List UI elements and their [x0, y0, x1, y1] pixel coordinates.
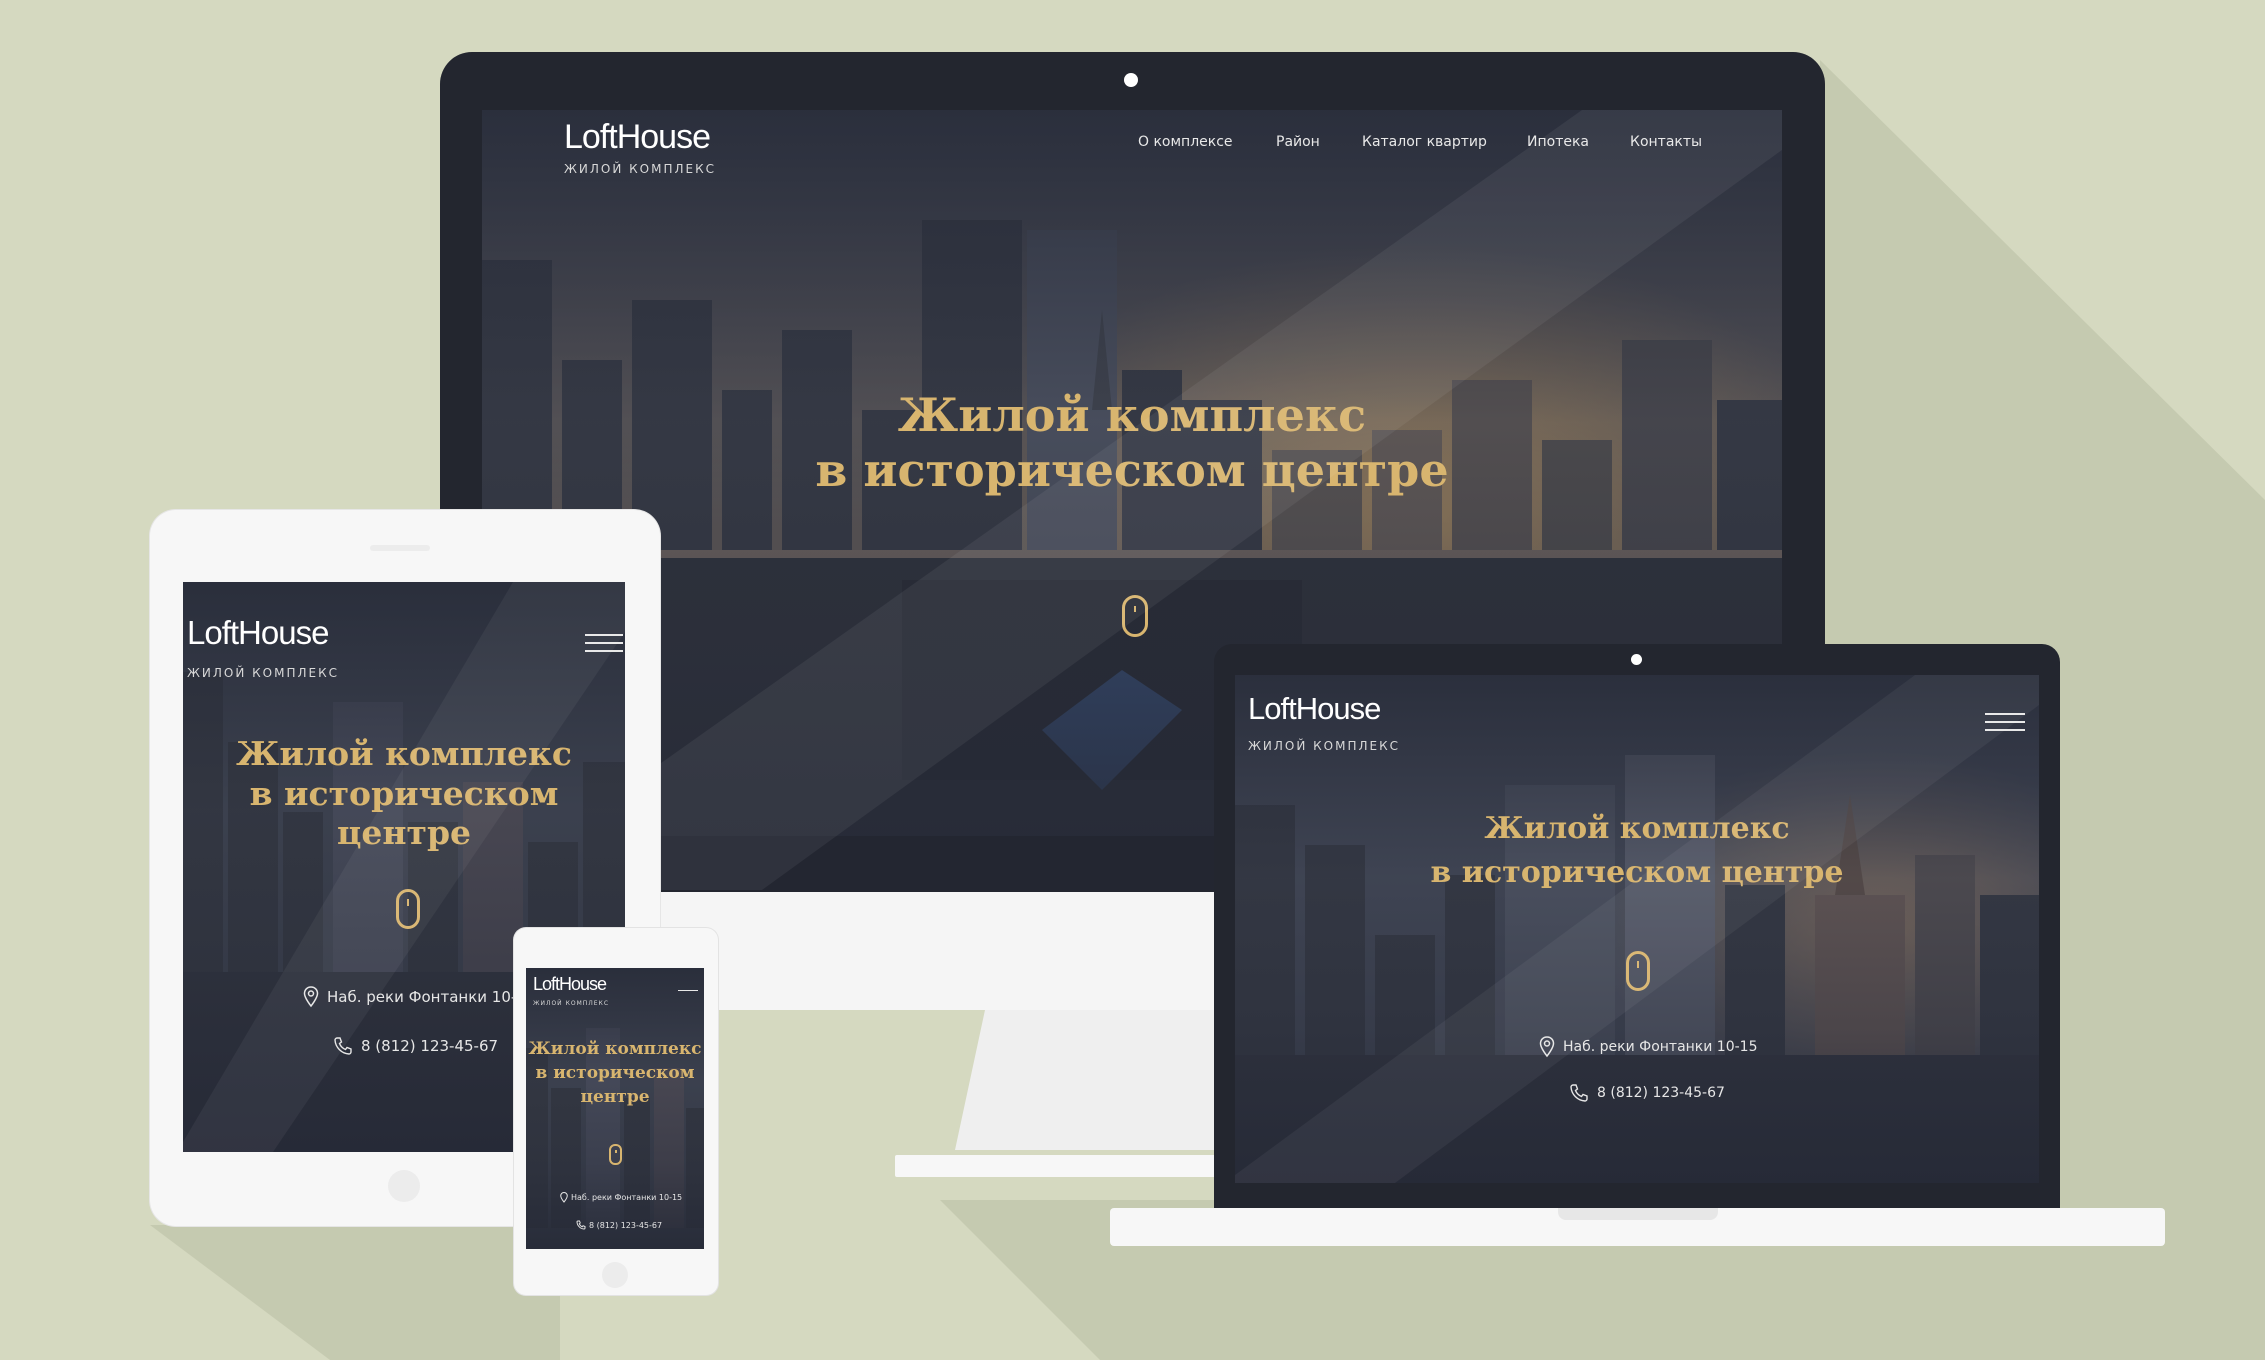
laptop-notch	[1558, 1208, 1718, 1220]
tablet-home-button[interactable]	[388, 1170, 420, 1202]
hero-title-line-2: в историческом	[535, 1062, 695, 1083]
phone-contact[interactable]: 8 (812) 123-45-67	[576, 1220, 662, 1230]
logo[interactable]: LoftHouse	[533, 974, 607, 995]
tablet-camera	[370, 545, 430, 551]
laptop-camera	[1631, 654, 1642, 665]
scroll-mouse-icon[interactable]	[609, 1144, 622, 1165]
monitor-camera	[1124, 73, 1138, 87]
location-pin-icon	[560, 1192, 568, 1203]
phone-icon	[576, 1220, 586, 1230]
phone-text: 8 (812) 123-45-67	[589, 1220, 663, 1230]
address-text: Наб. реки Фонтанки 10-15	[571, 1193, 683, 1202]
logo-tagline: жилой комплекс	[533, 1000, 610, 1007]
hero-title: Жилой комплекс в историческом центре	[526, 1038, 704, 1109]
hero-title-line-1: Жилой комплекс	[528, 1039, 702, 1059]
hero-title-line-3: центре	[580, 1086, 650, 1107]
phone-screen: LoftHouse жилой комплекс Жилой комплекс …	[526, 968, 704, 1249]
phone-home-button[interactable]	[602, 1262, 628, 1288]
laptop-screen: LoftHouse жилой комплекс Жилой комплекс …	[1235, 675, 2039, 1183]
address-contact: Наб. реки Фонтанки 10-15	[560, 1192, 682, 1203]
hamburger-menu-icon[interactable]	[678, 990, 698, 994]
